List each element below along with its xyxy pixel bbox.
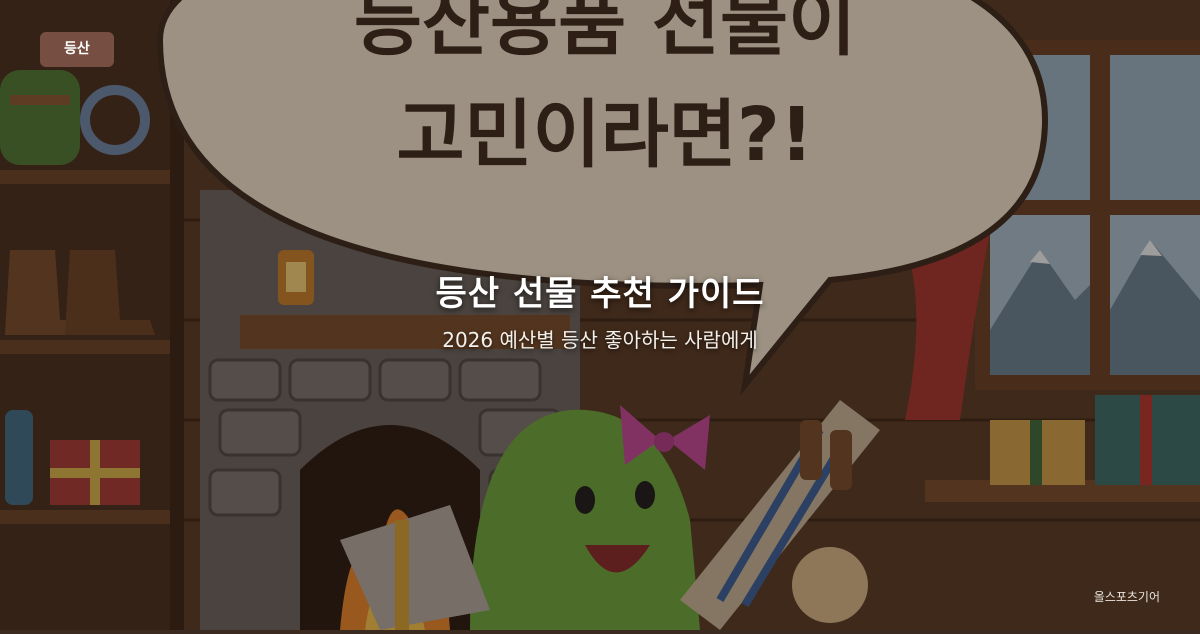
dark-overlay bbox=[0, 0, 1200, 630]
category-badge[interactable]: 등산 bbox=[40, 32, 114, 67]
page-title: 등산 선물 추천 가이드 bbox=[435, 274, 765, 314]
page-subtitle: 2026 예산별 등산 좋아하는 사람에게 bbox=[442, 328, 758, 352]
brand-name: 올스포츠기어 bbox=[1093, 590, 1160, 604]
